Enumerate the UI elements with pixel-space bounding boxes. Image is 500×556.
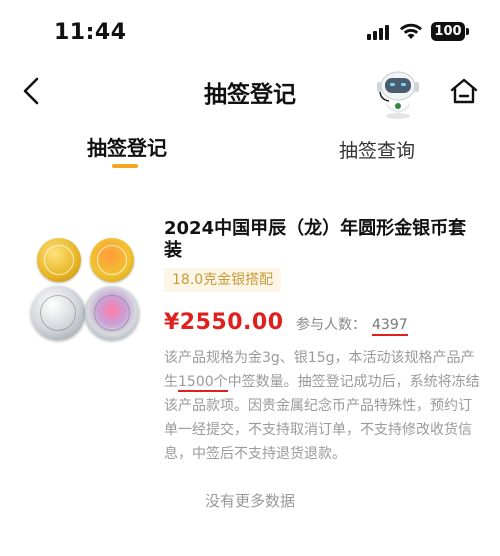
status-time: 11:44 — [54, 20, 127, 45]
product-card[interactable]: 2024中国甲辰（龙）年圆形金银币套装 18.0克金银搭配 ¥2550.00 参… — [0, 200, 500, 470]
active-tab-indicator — [112, 164, 138, 168]
product-spec-tag: 18.0克金银搭配 — [164, 268, 282, 292]
battery-indicator: 100 — [431, 22, 469, 41]
silver-coin-dragon-image — [85, 286, 139, 340]
robot-assistant-icon[interactable] — [373, 66, 423, 120]
gold-coin-dragon-image — [90, 238, 134, 282]
tab-lottery-query[interactable]: 抽签查询 — [332, 136, 422, 163]
home-icon[interactable] — [449, 77, 479, 105]
tab-lottery-register[interactable]: 抽签登记 — [80, 132, 174, 161]
no-more-data-text: 没有更多数据 — [204, 492, 295, 510]
nav-bar: 抽签登记 — [0, 62, 500, 122]
participants-count: 4397 — [372, 317, 408, 336]
product-description: 该产品规格为金3g、银15g，本活动该规格产品产生1500个中签数量。抽签登记成… — [164, 346, 482, 466]
silver-coin-obverse-image — [31, 286, 85, 340]
page-title: 抽签登记 — [204, 82, 296, 108]
product-title: 2024中国甲辰（龙）年圆形金银币套装 — [164, 218, 467, 261]
status-bar: 11:44 100 — [0, 0, 500, 62]
signal-icon — [367, 24, 391, 40]
gold-coin-obverse-image — [37, 238, 81, 282]
winning-quantity: 1500个 — [178, 374, 228, 392]
wifi-icon — [400, 23, 422, 39]
participants-info: 参与人数： 4397 — [296, 314, 408, 336]
participants-label: 参与人数： — [296, 317, 366, 333]
product-price: ¥2550.00 — [164, 310, 284, 335]
tab-bar: 抽签登记 抽签查询 — [0, 126, 500, 176]
